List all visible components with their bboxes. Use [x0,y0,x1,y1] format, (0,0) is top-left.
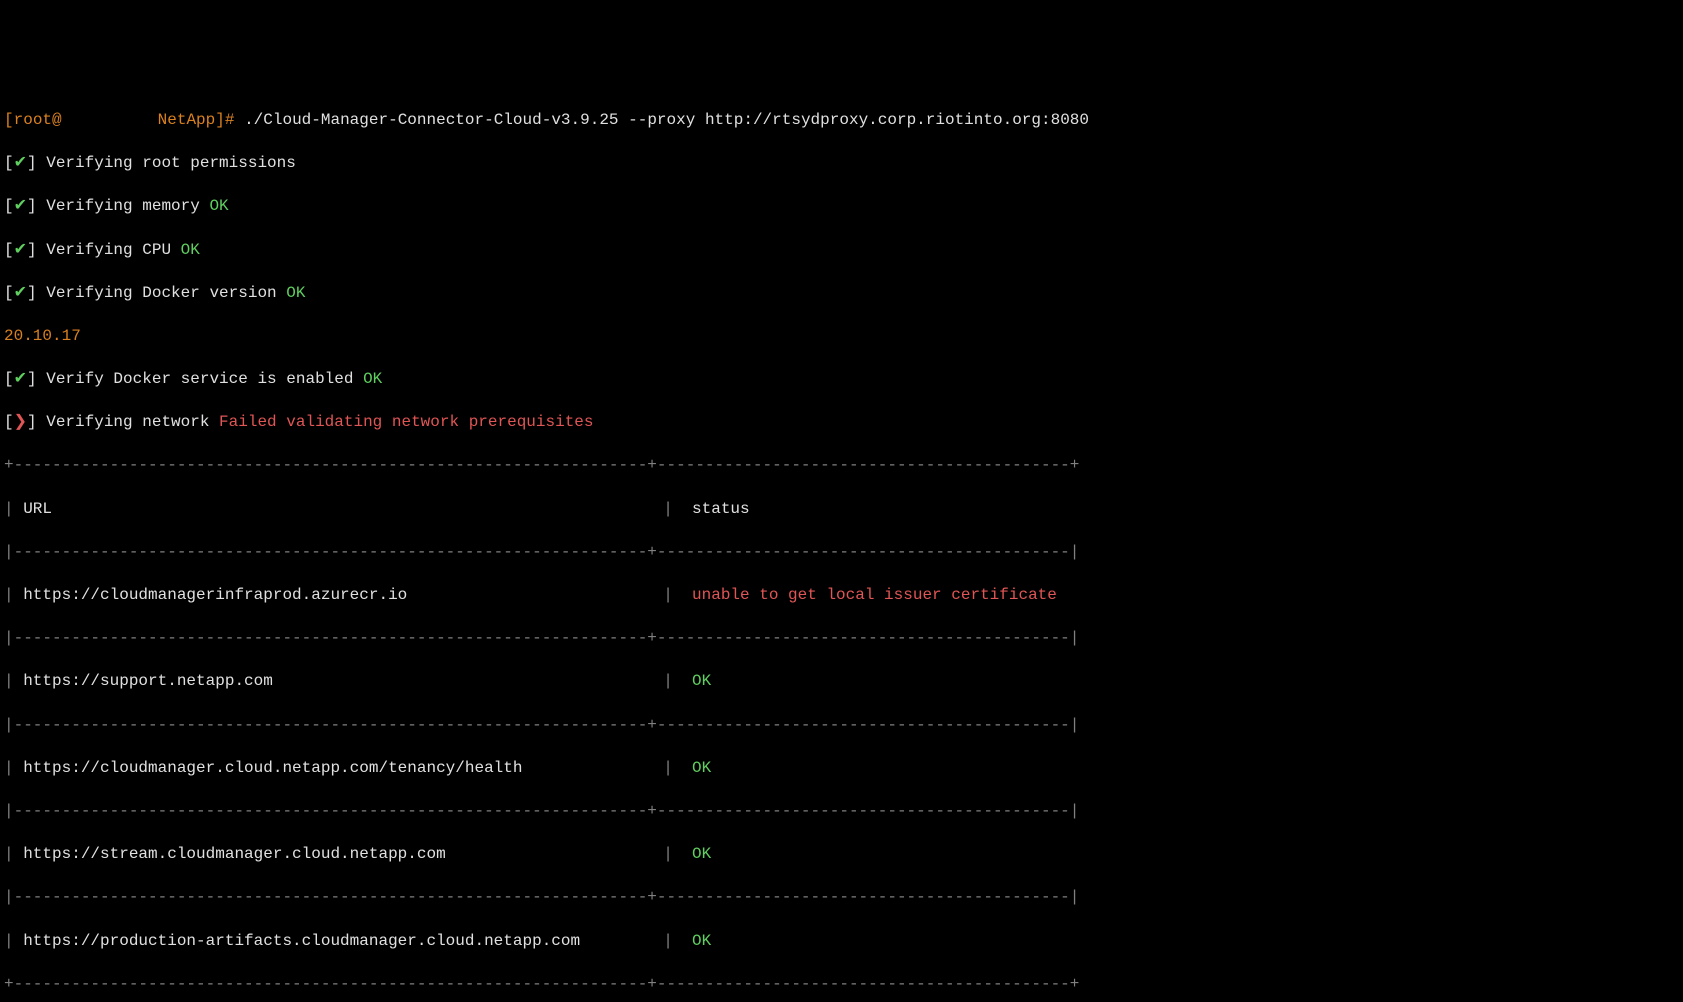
table-cell-status-ok: OK [692,672,711,690]
check-label: Verifying CPU [46,241,180,259]
check-line: [✔] Verifying Docker version OK [4,283,1679,305]
table-row: | https://stream.cloudmanager.cloud.neta… [4,844,1679,866]
table-cell-url: https://support.netapp.com [23,671,663,693]
terminal-output: [root@ NetApp]# ./Cloud-Manager-Connecto… [4,88,1679,1002]
table-cell-url: https://cloudmanagerinfraprod.azurecr.io [23,585,663,607]
check-line: [✔] Verifying memory OK [4,196,1679,218]
table-row: | https://cloudmanagerinfraprod.azurecr.… [4,585,1679,607]
table-cell-status-ok: OK [692,845,711,863]
check-line: [✔] Verifying CPU OK [4,240,1679,262]
table-border-mid: |---------------------------------------… [4,542,1679,564]
fail-message: Failed validating network prerequisites [219,413,593,431]
table-header-url: URL [23,499,663,521]
table-header-row: | URL| status [4,499,1679,521]
table-cell-status-error: unable to get local issuer certificate [692,586,1057,604]
table-cell-url: https://production-artifacts.cloudmanage… [23,931,663,953]
table-row: | https://cloudmanager.cloud.netapp.com/… [4,758,1679,780]
check-label: Verifying root permissions [46,154,296,172]
check-icon: ✔ [14,196,27,218]
table-border-mid: |---------------------------------------… [4,801,1679,823]
command-text[interactable]: ./Cloud-Manager-Connector-Cloud-v3.9.25 … [244,111,1089,129]
fail-icon: ❯ [14,412,27,434]
table-border-mid: |---------------------------------------… [4,715,1679,737]
check-icon: ✔ [14,369,27,391]
check-icon: ✔ [14,283,27,305]
check-suffix: OK [286,284,305,302]
check-label: Verifying Docker version [46,284,286,302]
check-suffix: OK [209,197,228,215]
check-label: Verify Docker service is enabled [46,370,363,388]
check-suffix: OK [181,241,200,259]
table-cell-url: https://stream.cloudmanager.cloud.netapp… [23,844,663,866]
prompt-user: root [14,111,52,129]
table-row: | https://support.netapp.com| OK [4,671,1679,693]
prompt-line: [root@ NetApp]# ./Cloud-Manager-Connecto… [4,110,1679,132]
check-line: [✔] Verifying root permissions [4,153,1679,175]
table-cell-status-ok: OK [692,932,711,950]
table-row: | https://production-artifacts.cloudmana… [4,931,1679,953]
check-icon: ✔ [14,153,27,175]
docker-version: 20.10.17 [4,326,1679,348]
check-line: [✔] Verify Docker service is enabled OK [4,369,1679,391]
check-label: Verifying network [46,413,219,431]
check-line-fail: [❯] Verifying network Failed validating … [4,412,1679,434]
check-suffix: OK [363,370,382,388]
table-header-status: status [692,500,750,518]
check-icon: ✔ [14,240,27,262]
table-border-bottom: +---------------------------------------… [4,974,1679,996]
table-cell-status-ok: OK [692,759,711,777]
table-border-mid: |---------------------------------------… [4,887,1679,909]
table-cell-url: https://cloudmanager.cloud.netapp.com/te… [23,758,663,780]
table-border-mid: |---------------------------------------… [4,628,1679,650]
prompt-host: NetApp [158,111,216,129]
check-label: Verifying memory [46,197,209,215]
table-border-top: +---------------------------------------… [4,455,1679,477]
